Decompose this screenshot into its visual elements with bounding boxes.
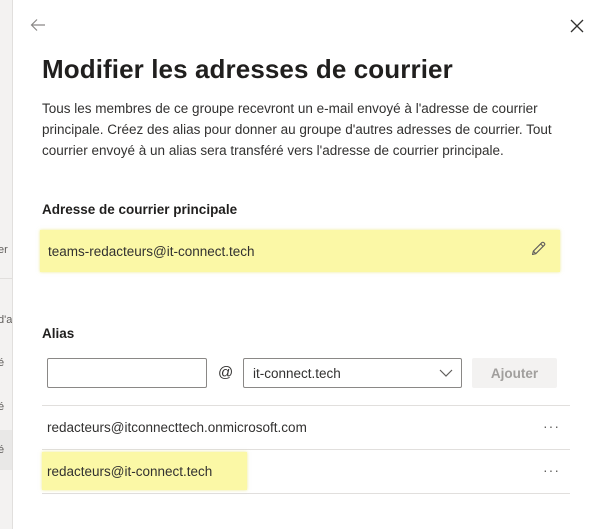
- at-sign: @: [218, 364, 234, 381]
- alias-address: redacteurs@it-connect.tech: [47, 464, 213, 479]
- alias-address: redacteurs@itconnecttech.onmicrosoft.com: [47, 420, 307, 435]
- close-icon: [570, 19, 584, 38]
- edit-email-addresses-panel: Modifier les adresses de courrier Tous l…: [13, 0, 602, 529]
- add-alias-button[interactable]: Ajouter: [472, 358, 557, 388]
- domain-selected-value: it-connect.tech: [253, 365, 341, 381]
- primary-address-field: teams-redacteurs@it-connect.tech: [40, 230, 560, 272]
- close-button[interactable]: [566, 17, 588, 39]
- background-text-fragment: d'a: [0, 314, 13, 326]
- background-text-fragment: é: [0, 401, 4, 413]
- alias-list-item: redacteurs@it-connect.tech ···: [42, 449, 570, 494]
- primary-address-label: Adresse de courrier principale: [42, 202, 238, 217]
- edit-primary-address-button[interactable]: [528, 241, 548, 261]
- more-options-button[interactable]: ···: [543, 418, 560, 434]
- more-options-button[interactable]: ···: [543, 462, 560, 478]
- arrow-left-icon: [30, 18, 46, 37]
- panel-title: Modifier les adresses de courrier: [42, 54, 453, 84]
- primary-address-value: teams-redacteurs@it-connect.tech: [48, 243, 255, 259]
- background-text-fragment: é: [0, 444, 4, 456]
- alias-list: redacteurs@itconnecttech.onmicrosoft.com…: [42, 405, 570, 494]
- alias-list-item: redacteurs@itconnecttech.onmicrosoft.com…: [42, 405, 570, 449]
- background-app-strip: er d'a é é é: [0, 0, 13, 529]
- background-divider: [0, 278, 12, 279]
- alias-label: Alias: [42, 326, 75, 341]
- domain-dropdown[interactable]: it-connect.tech: [243, 358, 462, 388]
- background-text-fragment: er: [0, 244, 8, 256]
- pencil-icon: [530, 240, 547, 262]
- chevron-down-icon: [439, 367, 453, 379]
- panel-description: Tous les membres de ce groupe recevront …: [42, 101, 552, 158]
- background-text-fragment: é: [0, 357, 4, 369]
- back-button[interactable]: [27, 17, 49, 37]
- alias-input[interactable]: [47, 358, 207, 388]
